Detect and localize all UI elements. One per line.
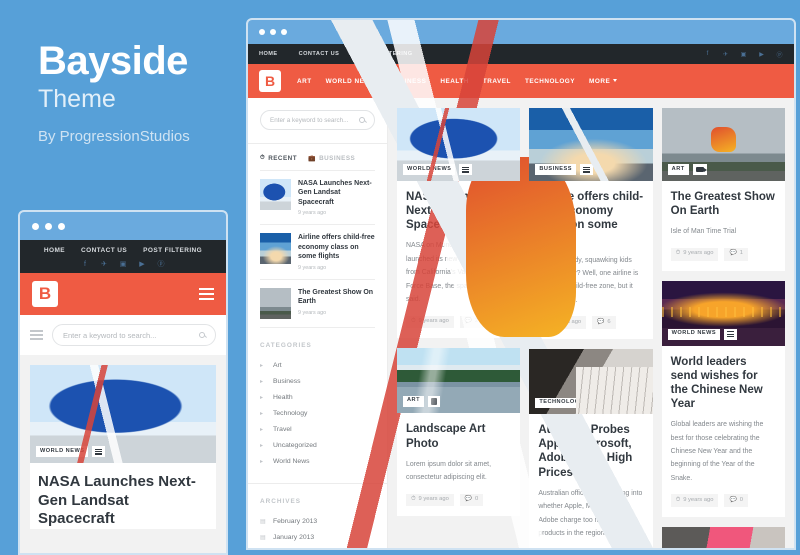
post-image[interactable]: WORLD NEWS <box>661 280 785 346</box>
category-badge[interactable]: WORLD NEWS <box>403 164 456 175</box>
post-card[interactable] <box>661 527 785 548</box>
video-icon <box>692 164 707 175</box>
post-image[interactable]: WORLD NEWS <box>397 108 521 181</box>
post-image[interactable]: BUSINESS <box>529 108 653 181</box>
pinterest-icon[interactable]: ⓟ <box>157 260 165 268</box>
category-badge[interactable]: ART <box>667 164 689 175</box>
category-badge[interactable]: ART <box>403 395 424 408</box>
desktop-preview-window: HOME CONTACT US POST FILTERING f ✈ ▣ ▶ ⓟ… <box>246 18 796 550</box>
post-image[interactable]: ART <box>661 108 785 181</box>
search-icon[interactable] <box>199 332 205 338</box>
mobile-content: WORLD NEWS NASA Launches Next-Gen Landsa… <box>20 355 226 553</box>
window-dot-close[interactable] <box>32 222 39 230</box>
gallery-icon <box>724 328 738 340</box>
post-badges: ART <box>403 395 440 408</box>
mobile-article-badges: WORLD NEWS <box>36 446 106 457</box>
mobile-search-input[interactable]: Enter a keyword to search... <box>52 324 216 346</box>
desktop-content: Enter a keyword to search... ⏱ RECENT 💼 … <box>248 98 794 548</box>
gallery-icon <box>459 164 473 175</box>
window-dot-minimize[interactable] <box>45 222 52 230</box>
post-image[interactable]: ART <box>397 348 521 414</box>
mobile-nav-post-filtering[interactable]: POST FILTERING <box>143 247 202 254</box>
mobile-search-placeholder: Enter a keyword to search... <box>63 330 157 340</box>
mobile-menu-toggle-icon[interactable] <box>199 288 214 300</box>
mobile-article-title[interactable]: NASA Launches Next-Gen Landsat Spacecraf… <box>30 463 216 529</box>
category-badge[interactable]: TECHNOLOGY <box>535 397 588 409</box>
post-badges: WORLD NEWS <box>667 328 738 340</box>
youtube-icon[interactable]: ▶ <box>138 260 146 268</box>
list-item[interactable]: Airline offers child-free economy class … <box>260 225 375 280</box>
sidebar: Enter a keyword to search... ⏱ RECENT 💼 … <box>248 98 388 548</box>
gallery-icon <box>579 164 593 175</box>
twitter-icon[interactable]: ✈ <box>100 260 108 268</box>
mobile-sidebar-toggle-icon[interactable] <box>30 330 43 340</box>
mobile-topbar: HOME CONTACT US POST FILTERING f ✈ ▣ ▶ ⓟ <box>20 240 226 273</box>
promo-title: Bayside <box>38 39 188 83</box>
post-badges: WORLD NEWS <box>403 164 473 175</box>
mobile-window-titlebar <box>20 212 226 240</box>
promo-byline: By ProgressionStudios <box>38 127 190 145</box>
mobile-preview-window: HOME CONTACT US POST FILTERING f ✈ ▣ ▶ ⓟ… <box>18 210 228 555</box>
promo-subtitle: Theme <box>38 85 116 113</box>
post-badges: BUSINESS <box>535 164 593 175</box>
document-icon <box>428 395 440 408</box>
post-image[interactable] <box>661 527 785 548</box>
category-badge[interactable]: WORLD NEWS <box>36 446 89 457</box>
category-badge[interactable]: WORLD NEWS <box>667 328 721 340</box>
facebook-icon[interactable]: f <box>81 260 89 268</box>
mobile-search-row: Enter a keyword to search... <box>20 315 226 355</box>
instagram-icon[interactable]: ▣ <box>119 260 127 268</box>
mobile-brand-bar: B <box>20 273 226 315</box>
promo-panel: Bayside Theme By ProgressionStudios <box>38 40 238 145</box>
post-badges: TECHNOLOGY <box>535 397 605 409</box>
post-badges: ART <box>667 164 707 175</box>
window-dot-maximize[interactable] <box>58 222 65 230</box>
gallery-icon <box>92 446 106 457</box>
mobile-nav-home[interactable]: HOME <box>44 247 65 254</box>
mobile-article-image: WORLD NEWS <box>30 365 216 463</box>
post-thumbnail <box>260 233 291 265</box>
mobile-nav-contact-us[interactable]: CONTACT US <box>81 247 127 254</box>
site-logo[interactable]: B <box>32 281 58 307</box>
post-image[interactable]: TECHNOLOGY <box>529 349 653 415</box>
gallery-icon <box>591 397 605 409</box>
category-badge[interactable]: BUSINESS <box>535 164 576 175</box>
mobile-social-links: f ✈ ▣ ▶ ⓟ <box>20 260 226 269</box>
mobile-top-nav: HOME CONTACT US POST FILTERING <box>20 247 226 254</box>
mobile-article-card[interactable]: WORLD NEWS NASA Launches Next-Gen Landsa… <box>30 365 216 529</box>
